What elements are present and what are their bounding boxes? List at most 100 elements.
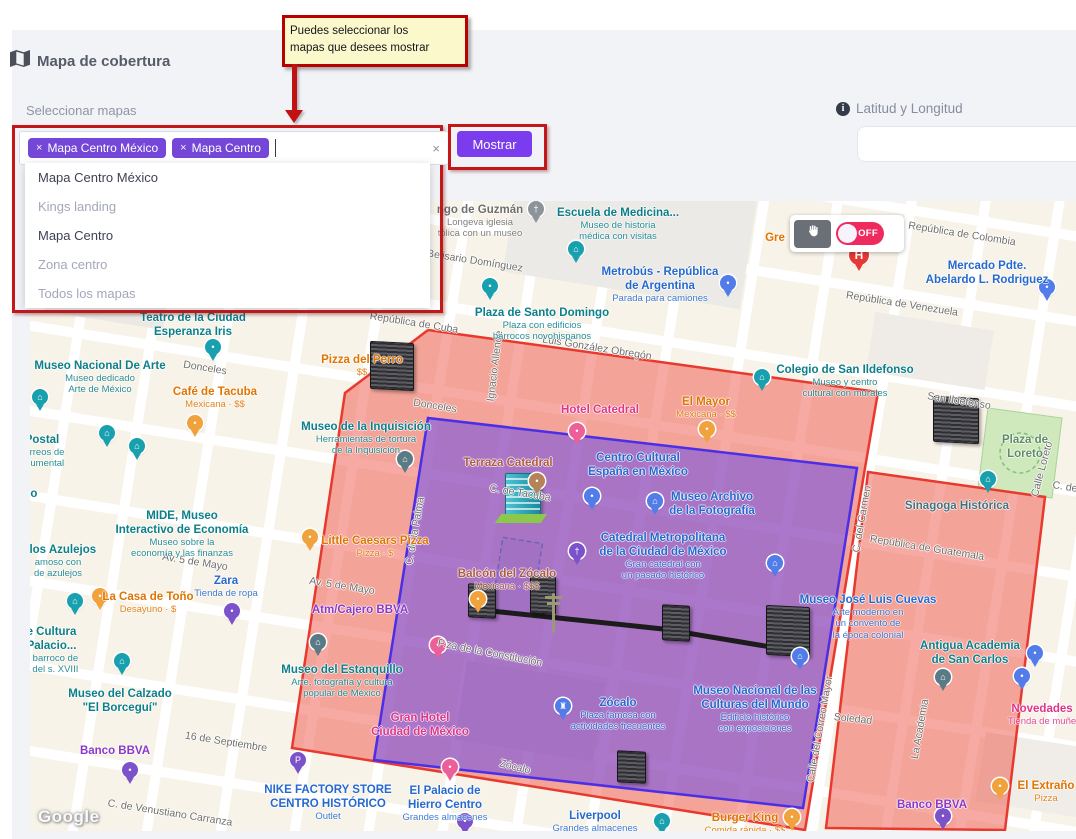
app-window: Mapa de cobertura Seleccionar mapas i La… bbox=[0, 0, 1076, 839]
poi-label: ZaraTienda de ropa bbox=[194, 574, 258, 599]
poi-label: Museo del EstanquilloArte, fotografía y … bbox=[281, 663, 402, 700]
poi-label: Museo Nacional De ArteMuseo dedicadoArte… bbox=[34, 359, 165, 396]
dropdown-option[interactable]: Todos los mapas bbox=[25, 279, 430, 308]
poi-label: El ExtrañoPizza bbox=[1018, 779, 1075, 804]
map-pin[interactable]: • bbox=[1027, 645, 1043, 661]
coverage-toggle[interactable]: OFF bbox=[836, 222, 884, 245]
poi-label: Centro CulturalEspaña en México bbox=[588, 451, 688, 479]
map-pin[interactable]: • bbox=[205, 339, 221, 355]
map-pin[interactable]: • bbox=[529, 473, 545, 489]
mostrar-annotation-frame: Mostrar bbox=[448, 124, 547, 170]
tooltip-line-2: mapas que desees mostrar bbox=[290, 40, 460, 57]
map-pin[interactable]: • bbox=[699, 421, 715, 437]
map-pin[interactable]: ⌂ bbox=[647, 493, 663, 509]
selected-map-tag[interactable]: × Mapa Centro México bbox=[28, 138, 166, 158]
toggle-label: OFF bbox=[858, 228, 878, 239]
map-pin[interactable]: † bbox=[528, 201, 544, 217]
network-device-marker[interactable] bbox=[662, 604, 690, 641]
poi-label: ngo de GuzmánLongeva iglesiatólica con u… bbox=[437, 203, 523, 240]
poi-label: Atm/Cajero BBVA bbox=[312, 603, 408, 617]
poi-label: MIDE, MuseoInteractivo de EconomíaMuseo … bbox=[116, 509, 249, 560]
utility-pole-icon[interactable] bbox=[552, 593, 555, 633]
map-pin[interactable]: ⌂ bbox=[792, 648, 808, 664]
latlng-header: i Latitud y Longitud bbox=[836, 101, 963, 116]
map-pin[interactable]: • bbox=[302, 529, 318, 545]
map-pin[interactable]: • bbox=[470, 591, 486, 607]
poi-label: Plaza de Santo DomingoPlaza con edificio… bbox=[475, 306, 609, 343]
tooltip-callout: Puedes seleccionar los mapas que desees … bbox=[282, 15, 468, 67]
poi-label: e los Azulejosamoso conde azulejos bbox=[30, 543, 96, 580]
poi-label: anco bbox=[30, 487, 37, 501]
map-pin[interactable]: ⌂ bbox=[654, 813, 670, 829]
poi-label: Antigua Academiade San Carlos bbox=[920, 639, 1020, 667]
tooltip-line-1: Puedes seleccionar los bbox=[290, 23, 460, 40]
map-pin[interactable]: • bbox=[482, 278, 498, 294]
poi-label: Café de TacubaMexicana · $$ bbox=[173, 385, 257, 410]
map-pin[interactable]: ⌂ bbox=[935, 669, 951, 685]
clear-select-icon[interactable]: × bbox=[432, 141, 440, 156]
poi-label: Museo Nacional de lasCulturas del MundoE… bbox=[693, 684, 816, 735]
poi-label: Burger KingComida rápida · $$ bbox=[705, 811, 786, 831]
google-logo: Google bbox=[38, 807, 100, 827]
map-control-bar: OFF bbox=[790, 215, 904, 252]
map-pin[interactable]: ⌂ bbox=[767, 555, 783, 571]
poi-label: Postalcorreos deonumental bbox=[30, 433, 64, 470]
poi-label: El MayorMexicana · $$ bbox=[676, 395, 736, 420]
map-pin[interactable]: • bbox=[720, 275, 736, 291]
poi-label: Museo José Luis CuevasArte moderno enun … bbox=[800, 593, 937, 641]
map-icon bbox=[10, 50, 30, 72]
poi-label: Colegio de San IldefonsoMuseo y centrocu… bbox=[776, 363, 913, 400]
poi-label: Museo Archivode la Fotografía bbox=[669, 490, 755, 518]
remove-tag-icon[interactable]: × bbox=[36, 142, 42, 154]
dropdown-option[interactable]: Mapa Centro México bbox=[25, 163, 430, 192]
map-pin[interactable]: • bbox=[569, 423, 585, 439]
map-pin[interactable]: ⌂ bbox=[129, 438, 145, 454]
network-device-marker[interactable] bbox=[617, 750, 646, 784]
map-pin[interactable]: ⌂ bbox=[114, 653, 130, 669]
map-pin[interactable]: • bbox=[1014, 668, 1030, 684]
map-pin[interactable]: P bbox=[290, 752, 306, 768]
pan-hand-button[interactable] bbox=[794, 220, 831, 248]
page-title: Mapa de cobertura bbox=[10, 50, 170, 72]
map-pin[interactable]: ⌂ bbox=[568, 241, 584, 257]
poi-label: Terraza Catedral bbox=[463, 456, 552, 470]
maps-multiselect[interactable]: × Mapa Centro México ×Mapa Centro × bbox=[19, 131, 449, 165]
poi-label: La Casa de ToñoDesayuno · $ bbox=[102, 590, 193, 615]
map-pin[interactable]: ⌂ bbox=[99, 425, 115, 441]
poi-label: Catedral Metropolitanade la Ciudad de Mé… bbox=[599, 531, 726, 582]
dropdown-option[interactable]: Kings landing bbox=[25, 192, 430, 221]
select-annotation-frame: ×Mapa Centro México×Mapa Centro × Mapa C… bbox=[12, 125, 443, 313]
map-pin[interactable]: † bbox=[569, 543, 585, 559]
selected-map-tag[interactable]: ×Mapa Centro bbox=[172, 138, 269, 158]
dropdown-option[interactable]: Mapa Centro bbox=[25, 221, 430, 250]
poi-label: Museo de la InquisiciónHerramientas de t… bbox=[301, 420, 431, 457]
tag-label: Mapa Centro México bbox=[47, 141, 158, 155]
maps-dropdown: Mapa Centro MéxicoKings landingMapa Cent… bbox=[25, 163, 430, 308]
poi-label: Gre bbox=[765, 231, 785, 245]
map-pin[interactable]: • bbox=[442, 759, 458, 775]
remove-tag-icon[interactable]: × bbox=[180, 142, 186, 154]
page-title-text: Mapa de cobertura bbox=[37, 53, 170, 70]
map-pin[interactable]: ⌂ bbox=[67, 593, 83, 609]
poi-label: Museo del Calzado"El Borceguí" bbox=[68, 687, 172, 715]
poi-label: Banco BBVA bbox=[80, 744, 150, 758]
info-icon: i bbox=[836, 102, 850, 116]
dropdown-option[interactable]: Zona centro bbox=[25, 250, 430, 279]
map-pin[interactable]: ♜ bbox=[555, 698, 571, 714]
map-pin[interactable]: ⌂ bbox=[310, 634, 326, 650]
map-pin[interactable]: • bbox=[122, 762, 138, 778]
map-pin[interactable]: • bbox=[224, 603, 240, 619]
poi-label: Pizza del Perro$$ bbox=[321, 353, 403, 378]
latlng-input[interactable] bbox=[857, 126, 1076, 162]
mostrar-button[interactable]: Mostrar bbox=[457, 131, 532, 157]
map-pin[interactable]: ⌂ bbox=[754, 369, 770, 385]
latlng-label: Latitud y Longitud bbox=[856, 101, 963, 116]
map-pin[interactable]: • bbox=[784, 809, 800, 825]
poi-label: NovedadesTienda de muñe bbox=[1008, 702, 1076, 727]
map-pin[interactable]: • bbox=[187, 415, 203, 431]
annotation-arrow-line bbox=[292, 64, 297, 112]
map-pin[interactable]: • bbox=[584, 488, 600, 504]
map-pin[interactable]: • bbox=[992, 778, 1008, 794]
poi-label: Escuela de Medicina...Museo de historiam… bbox=[557, 206, 679, 243]
map-pin[interactable]: ⌂ bbox=[980, 471, 996, 487]
